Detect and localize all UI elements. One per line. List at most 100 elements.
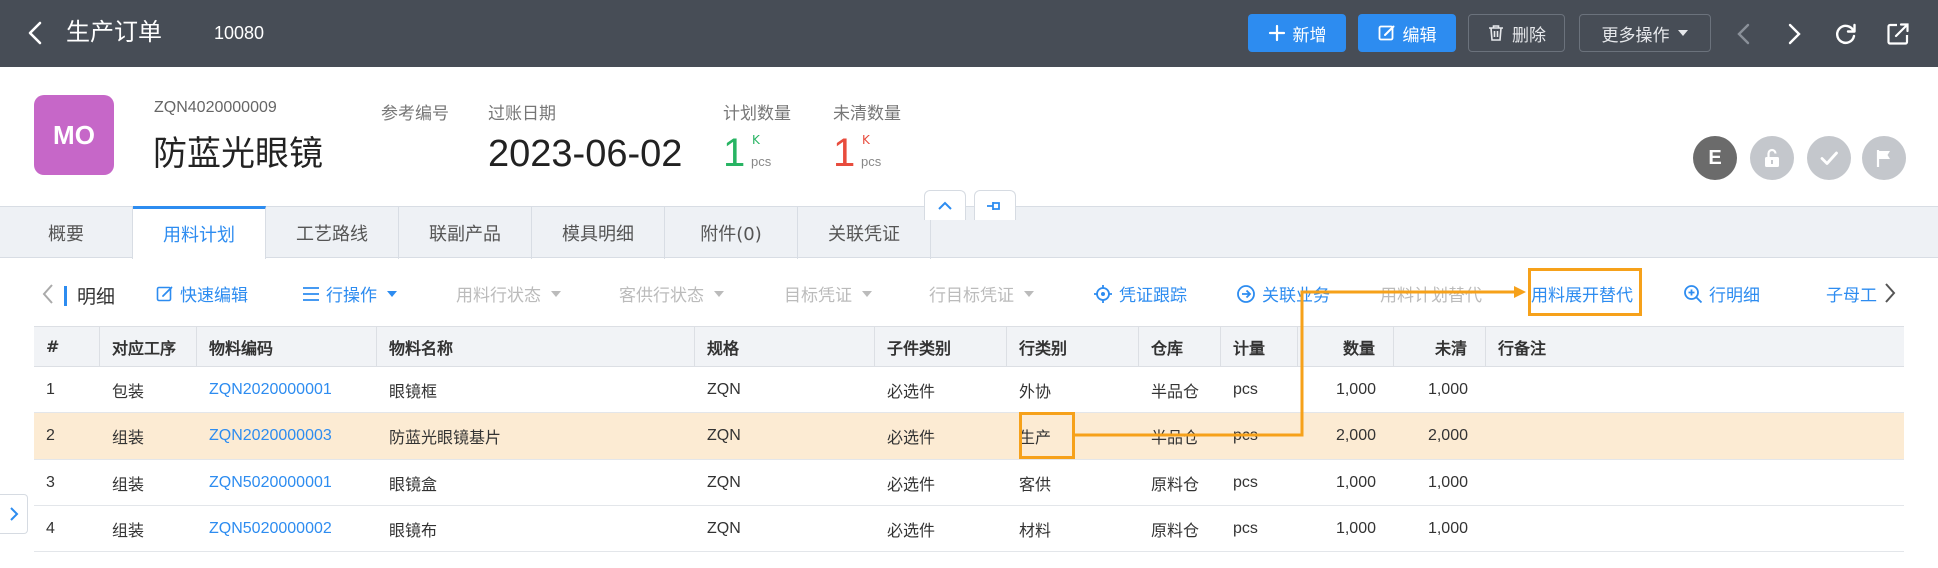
planned-quantity-label: 计划数量 bbox=[723, 104, 791, 124]
unit-cell: pcs bbox=[1233, 473, 1258, 491]
open-quantity-unit: pcs bbox=[861, 154, 882, 169]
row-index: 1 bbox=[46, 380, 55, 398]
delete-label: 删除 bbox=[1512, 25, 1546, 46]
voucher-trace-button[interactable]: 凭证跟踪 bbox=[1093, 281, 1187, 306]
warehouse-cell: 半品仓 bbox=[1151, 381, 1200, 401]
tab-overview[interactable]: 概要 bbox=[0, 207, 133, 259]
row-type-cell: 材料 bbox=[1019, 520, 1052, 540]
tab-routing[interactable]: 工艺路线 bbox=[266, 207, 399, 259]
checkmark-icon bbox=[1820, 151, 1838, 165]
column-header[interactable]: 物料编码 bbox=[197, 327, 377, 366]
plus-icon bbox=[1268, 24, 1285, 42]
open-quantity-cell: 1,000 bbox=[1427, 380, 1468, 398]
add-label: 新增 bbox=[1292, 25, 1327, 46]
row-remark-cell[interactable] bbox=[1486, 460, 1904, 505]
row-remark-cell[interactable] bbox=[1486, 413, 1904, 459]
sub-parent-label: 子母工 bbox=[1826, 286, 1877, 306]
status-e-badge[interactable]: E bbox=[1693, 136, 1737, 180]
column-header[interactable]: # bbox=[34, 327, 100, 366]
flag-button[interactable] bbox=[1862, 136, 1906, 180]
tab-mold-details[interactable]: 模具明细 bbox=[532, 207, 665, 259]
row-operations-dropdown[interactable]: 行操作 bbox=[302, 281, 397, 306]
material-code-link[interactable]: ZQN2020000001 bbox=[197, 367, 377, 412]
delete-button[interactable]: 删除 bbox=[1468, 14, 1565, 52]
tab-material-plan[interactable]: 用料计划 bbox=[133, 206, 266, 259]
edit-icon bbox=[1378, 25, 1394, 41]
open-quantity-k: K bbox=[862, 133, 870, 147]
status-e-text: E bbox=[1708, 146, 1722, 169]
material-name-cell: 眼镜框 bbox=[389, 381, 438, 401]
material-code-link[interactable]: ZQN2020000003 bbox=[197, 413, 377, 459]
customer-row-status-dropdown[interactable]: 客供行状态 bbox=[619, 281, 724, 306]
toolbar-scroll-right-icon[interactable] bbox=[1882, 281, 1898, 305]
row-index: 3 bbox=[46, 473, 55, 491]
table-row-selected[interactable]: 2 组装 ZQN2020000003 防蓝光眼镜基片 ZQN 必选件 生产 半品… bbox=[34, 413, 1904, 460]
edit-button[interactable]: 编辑 bbox=[1358, 14, 1456, 52]
table-row[interactable]: 1 包装 ZQN2020000001 眼镜框 ZQN 必选件 外协 半品仓 pc… bbox=[34, 367, 1904, 413]
row-remark-cell[interactable] bbox=[1486, 367, 1904, 412]
open-quantity-label: 未清数量 bbox=[833, 104, 901, 124]
column-header[interactable]: 物料名称 bbox=[377, 327, 695, 366]
row-type-cell: 外协 bbox=[1019, 381, 1052, 401]
row-index: 2 bbox=[46, 427, 55, 444]
tab-bar: 概要 用料计划 工艺路线 联副产品 模具明细 附件(0) 关联凭证 bbox=[0, 206, 1938, 259]
related-business-button[interactable]: 关联业务 bbox=[1236, 281, 1330, 306]
edit-label: 编辑 bbox=[1402, 25, 1437, 46]
row-detail-button[interactable]: 行明细 bbox=[1683, 281, 1760, 306]
previous-record-icon[interactable] bbox=[1730, 20, 1758, 48]
open-external-icon[interactable] bbox=[1884, 20, 1912, 48]
arrow-right-circle-icon bbox=[1237, 284, 1255, 303]
row-remark-cell[interactable] bbox=[1486, 506, 1904, 551]
material-code-link[interactable]: ZQN5020000002 bbox=[197, 506, 377, 551]
table-header-row: # 对应工序 物料编码 物料名称 规格 子件类别 行类别 仓库 计量 数量 未清… bbox=[34, 326, 1904, 367]
column-header[interactable]: 对应工序 bbox=[100, 327, 197, 366]
tab-attachments[interactable]: 附件(0) bbox=[665, 207, 798, 259]
spec-cell: ZQN bbox=[707, 427, 741, 444]
trash-icon bbox=[1489, 25, 1503, 41]
add-button[interactable]: 新增 bbox=[1248, 14, 1346, 52]
column-header[interactable]: 未清 bbox=[1394, 327, 1486, 366]
table-row[interactable]: 4 组装 ZQN5020000002 眼镜布 ZQN 必选件 材料 原料仓 pc… bbox=[34, 506, 1904, 552]
order-number: 10080 bbox=[214, 23, 265, 43]
open-quantity-value: 1 bbox=[833, 131, 856, 175]
warehouse-cell: 原料仓 bbox=[1151, 520, 1200, 540]
quick-edit-button[interactable]: 快速编辑 bbox=[156, 281, 248, 306]
material-row-status-dropdown[interactable]: 用料行状态 bbox=[456, 281, 561, 306]
tab-co-products[interactable]: 联副产品 bbox=[399, 207, 532, 259]
material-row-status-label: 用料行状态 bbox=[456, 286, 541, 306]
caret-down-icon bbox=[1677, 30, 1688, 36]
material-name-cell: 防蓝光眼镜基片 bbox=[389, 428, 502, 447]
tab-related-vouchers[interactable]: 关联凭证 bbox=[798, 207, 931, 259]
approve-button[interactable] bbox=[1807, 136, 1851, 180]
sub-parent-button[interactable]: 子母工 bbox=[1826, 281, 1877, 306]
column-header[interactable]: 规格 bbox=[695, 327, 875, 366]
collapse-header-button[interactable] bbox=[924, 190, 966, 220]
table-row[interactable]: 3 组装 ZQN5020000001 眼镜盒 ZQN 必选件 客供 原料仓 pc… bbox=[34, 460, 1904, 506]
row-target-voucher-dropdown[interactable]: 行目标凭证 bbox=[929, 281, 1034, 306]
process-cell: 组装 bbox=[112, 428, 145, 447]
column-header[interactable]: 行类别 bbox=[1007, 327, 1139, 366]
row-type-cell: 客供 bbox=[1019, 474, 1052, 494]
back-arrow-icon[interactable] bbox=[24, 20, 48, 46]
reference-number-label: 参考编号 bbox=[381, 104, 449, 124]
target-voucher-dropdown[interactable]: 目标凭证 bbox=[784, 281, 872, 306]
unit-cell: pcs bbox=[1233, 519, 1258, 537]
column-header[interactable]: 数量 bbox=[1298, 327, 1394, 366]
material-code-link[interactable]: ZQN5020000001 bbox=[197, 460, 377, 505]
warehouse-cell: 原料仓 bbox=[1151, 474, 1200, 494]
refresh-icon[interactable] bbox=[1832, 20, 1860, 48]
column-header[interactable]: 计量 bbox=[1221, 327, 1298, 366]
next-record-icon[interactable] bbox=[1780, 20, 1808, 48]
unit-cell: pcs bbox=[1233, 427, 1258, 444]
unlock-button[interactable] bbox=[1750, 136, 1794, 180]
column-header[interactable]: 行备注 bbox=[1486, 327, 1904, 366]
material-name-cell: 眼镜布 bbox=[389, 520, 438, 540]
side-panel-toggle[interactable] bbox=[0, 494, 28, 534]
pin-header-button[interactable] bbox=[974, 190, 1016, 220]
document-type-avatar: MO bbox=[34, 95, 114, 175]
component-type-cell: 必选件 bbox=[887, 381, 936, 401]
column-header[interactable]: 仓库 bbox=[1139, 327, 1221, 366]
more-actions-dropdown[interactable]: 更多操作 bbox=[1579, 14, 1711, 52]
column-header[interactable]: 子件类别 bbox=[875, 327, 1007, 366]
material-plan-replace-button[interactable]: 用料计划替代 bbox=[1380, 281, 1482, 306]
